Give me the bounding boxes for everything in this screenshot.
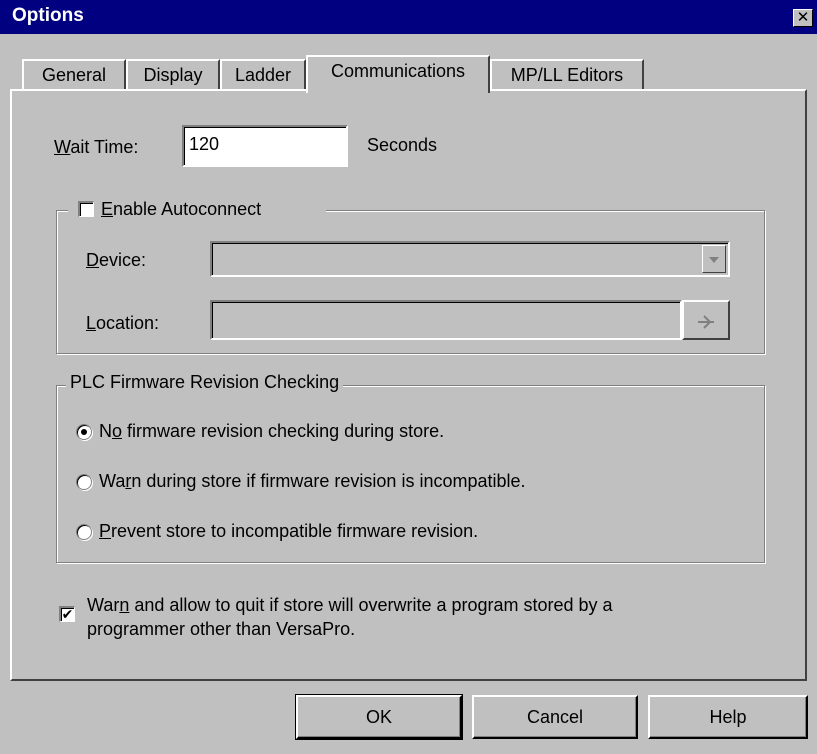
firmware-option-none-radio[interactable]	[76, 424, 92, 440]
close-icon: ✕	[796, 9, 810, 26]
close-button[interactable]: ✕	[793, 9, 813, 27]
device-label: Device:	[86, 250, 147, 270]
firmware-option-prevent-radio[interactable]	[76, 524, 92, 540]
device-dropdown-button[interactable]	[702, 245, 726, 273]
cancel-button[interactable]: Cancel	[472, 695, 638, 739]
warn-overwrite-label: Warn and allow to quit if store will ove…	[87, 595, 613, 639]
title-bar	[0, 0, 817, 34]
firmware-option-prevent-label: Prevent store to incompatible firmware r…	[99, 521, 479, 541]
location-browse-button[interactable]	[682, 300, 730, 340]
location-label: Location:	[86, 313, 160, 333]
wait-time-label: Wait Time:	[54, 137, 139, 157]
wait-time-field[interactable]: 120	[182, 125, 348, 167]
firmware-group-title: PLC Firmware Revision Checking	[66, 372, 344, 393]
checkmark-icon: ✔	[61, 606, 74, 622]
tab-ladder[interactable]: Ladder	[220, 59, 306, 89]
enable-autoconnect-label: Enable Autoconnect	[101, 199, 262, 219]
enable-autoconnect-checkbox[interactable]	[78, 201, 94, 217]
tab-label: Ladder	[234, 65, 292, 85]
firmware-option-warn-radio[interactable]	[76, 474, 92, 490]
tab-label: Display	[143, 65, 203, 85]
location-field[interactable]	[210, 300, 682, 340]
radio-selected-dot	[81, 429, 87, 435]
ok-button[interactable]: OK	[295, 694, 463, 740]
browse-icon	[698, 315, 714, 329]
tab-general[interactable]: General	[22, 59, 126, 89]
wait-time-value: 120	[189, 134, 220, 154]
tab-label: MP/LL Editors	[510, 65, 624, 85]
device-dropdown[interactable]	[210, 241, 730, 277]
tab-label: General	[41, 65, 107, 85]
wait-time-unit: Seconds	[367, 135, 438, 155]
firmware-option-warn-label: Warn during store if firmware revision i…	[99, 471, 526, 491]
firmware-option-none-label: No firmware revision checking during sto…	[99, 421, 445, 441]
active-tab-join	[308, 87, 488, 93]
window-title: Options	[12, 5, 84, 26]
tab-label: Communications	[330, 61, 466, 81]
help-button[interactable]: Help	[648, 695, 808, 739]
tab-display[interactable]: Display	[126, 59, 220, 89]
chevron-down-icon	[709, 257, 719, 263]
warn-overwrite-checkbox[interactable]: ✔	[59, 606, 75, 622]
tab-mp-ll-editors[interactable]: MP/LL Editors	[490, 59, 644, 89]
